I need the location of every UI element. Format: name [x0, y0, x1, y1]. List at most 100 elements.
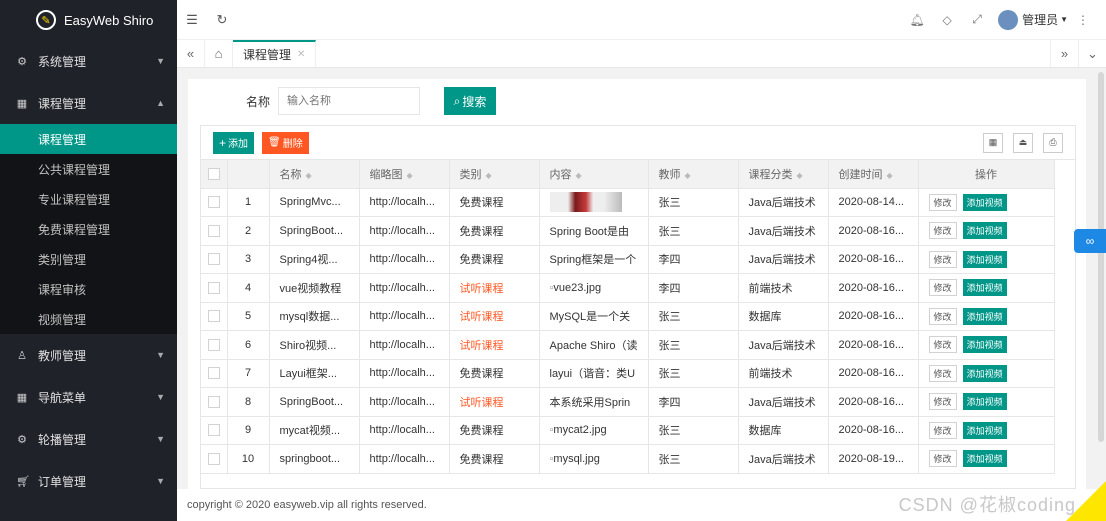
row-checkbox-cell[interactable] — [201, 330, 228, 360]
edit-button[interactable]: 修改 — [928, 222, 957, 240]
actions-cell: 修改 添加视频 — [918, 359, 1055, 388]
search-button-label: 搜索 — [462, 94, 487, 109]
delete-button[interactable]: 🗑︎ 删除 — [262, 131, 309, 154]
sidebar-item-0[interactable]: 课程管理 — [0, 124, 177, 154]
home-icon[interactable]: ⌂ — [205, 40, 233, 67]
sidebar-item-2[interactable]: 专业课程管理 — [0, 184, 177, 214]
sidebar-group-1[interactable]: ▦ 课程管理 ▲ — [0, 82, 177, 124]
edit-button[interactable]: 修改 — [928, 250, 957, 268]
row-checkbox[interactable] — [207, 253, 220, 266]
tab-menu-chevron-icon[interactable]: ⌄ — [1078, 40, 1106, 67]
user-menu[interactable]: 管理员 ▼ — [998, 9, 1068, 30]
table-row[interactable]: 7 Layui框架... http://localh... 免费课程 layui（谐音：… — [201, 359, 1055, 388]
header-created[interactable]: 创建时间 ◆ — [828, 160, 919, 189]
add-button[interactable]: + 添加 — [213, 131, 255, 154]
row-checkbox-cell[interactable] — [201, 416, 228, 445]
sidebar-item-5[interactable]: 课程审核 — [0, 274, 177, 304]
row-checkbox[interactable] — [207, 367, 220, 380]
edit-button[interactable]: 修改 — [928, 193, 957, 211]
table-row[interactable]: 6 Shiro视频... http://localh... 试听课程 Apache Sh… — [201, 330, 1055, 360]
edit-button[interactable]: 修改 — [928, 450, 957, 468]
row-checkbox-cell[interactable] — [201, 188, 228, 217]
add-video-button[interactable]: 添加视频 — [962, 336, 1007, 354]
sidebar-item-1[interactable]: 公共课程管理 — [0, 154, 177, 184]
close-icon[interactable]: ✕ — [297, 49, 305, 60]
fullscreen-icon[interactable]: ⤢ — [962, 12, 992, 27]
sidebar-group-2[interactable]: ♙ 教师管理 ▼ — [0, 334, 177, 376]
row-checkbox[interactable] — [207, 281, 220, 294]
row-checkbox[interactable] — [207, 224, 220, 237]
tag-icon[interactable]: ◇ — [932, 13, 962, 27]
row-checkbox[interactable] — [207, 310, 220, 323]
bell-icon[interactable]: 🔔︎ — [902, 13, 932, 27]
table-row[interactable]: 8 SpringBoot... http://localh... 试听课程 本系统采用S… — [201, 387, 1055, 417]
course-class-cell: 前端技术 — [738, 273, 829, 303]
add-video-button[interactable]: 添加视频 — [962, 307, 1007, 325]
header-content[interactable]: 内容 ◆ — [539, 160, 649, 189]
refresh-icon[interactable]: ↻ — [207, 12, 237, 28]
search-input[interactable] — [278, 87, 421, 115]
edit-button[interactable]: 修改 — [928, 421, 957, 439]
table-row[interactable]: 9mycat视频...http://localh...免费课程 mycat2.jp… — [201, 416, 1055, 445]
tab-course-management[interactable]: 课程管理 ✕ — [233, 40, 317, 67]
sidebar-item-6[interactable]: 视频管理 — [0, 304, 177, 334]
sidebar-item-4[interactable]: 类别管理 — [0, 244, 177, 274]
page-scrollbar[interactable] — [1098, 72, 1104, 442]
header-teacher[interactable]: 教师 ◆ — [648, 160, 739, 189]
columns-icon[interactable]: ▦ — [983, 132, 1003, 153]
tab-scroll-left-icon[interactable]: « — [177, 40, 205, 67]
row-checkbox-cell[interactable] — [201, 245, 228, 274]
sidebar-group-3[interactable]: ▦ 导航菜单 ▼ — [0, 376, 177, 418]
add-video-button[interactable]: 添加视频 — [962, 222, 1007, 240]
table-row[interactable]: 1 SpringMvc... http://localh... 免费课程 张三 Java后… — [201, 188, 1055, 217]
add-video-button[interactable]: 添加视频 — [962, 393, 1007, 411]
sidebar-group-4[interactable]: ⚙ 轮播管理 ▼ — [0, 418, 177, 460]
header-category[interactable]: 类别 ◆ — [449, 160, 540, 189]
table-row[interactable]: 10springboot...http://localh...免费课程 mysql… — [201, 444, 1055, 474]
select-all-checkbox-cell[interactable] — [201, 160, 228, 189]
sidebar-group-0[interactable]: ⚙ 系统管理 ▼ — [0, 40, 177, 82]
row-checkbox-cell[interactable] — [201, 444, 228, 474]
table-row[interactable]: 4vue视频教程http://localh...试听课程 vue23.jpg 李四前… — [201, 273, 1055, 303]
sidebar-group-5[interactable]: 🛒︎ 订单管理 ▼ — [0, 460, 177, 502]
print-icon[interactable]: ⎙ — [1043, 132, 1063, 153]
edit-button[interactable]: 修改 — [928, 364, 957, 382]
row-checkbox-cell[interactable] — [201, 216, 228, 246]
row-checkbox-cell[interactable] — [201, 387, 228, 417]
row-checkbox[interactable] — [207, 452, 220, 465]
export-icon[interactable]: ⏏ — [1013, 132, 1033, 153]
header-name[interactable]: 名称 ◆ — [269, 160, 360, 189]
table-row[interactable]: 5 mysql数据... http://localh... 试听课程 MySQL是一个关… — [201, 302, 1055, 331]
table-row[interactable]: 2 SpringBoot... http://localh... 免费课程 Spring… — [201, 216, 1055, 246]
menu-toggle-icon[interactable]: ☰ — [177, 12, 207, 28]
table-row[interactable]: 3 Spring4视... http://localh... 免费课程 Spring框架… — [201, 245, 1055, 274]
row-checkbox[interactable] — [207, 196, 220, 209]
row-checkbox-cell[interactable] — [201, 273, 228, 303]
category-cell: 免费课程 — [449, 216, 540, 246]
row-checkbox-cell[interactable] — [201, 302, 228, 331]
edit-button[interactable]: 修改 — [928, 336, 957, 354]
header-course-class[interactable]: 课程分类 ◆ — [738, 160, 829, 189]
add-video-button[interactable]: 添加视频 — [962, 450, 1007, 468]
edit-button[interactable]: 修改 — [928, 279, 957, 297]
row-checkbox[interactable] — [207, 338, 220, 351]
trash-icon: 🗑︎ — [268, 137, 281, 148]
logo[interactable]: ✎ EasyWeb Shiro — [0, 0, 177, 40]
add-video-button[interactable]: 添加视频 — [962, 193, 1007, 211]
row-checkbox[interactable] — [207, 395, 220, 408]
add-video-button[interactable]: 添加视频 — [962, 279, 1007, 297]
row-checkbox-cell[interactable] — [201, 359, 228, 388]
add-video-button[interactable]: 添加视频 — [962, 364, 1007, 382]
edit-button[interactable]: 修改 — [928, 393, 957, 411]
float-helper-icon[interactable]: ∞ — [1074, 229, 1106, 253]
sidebar-item-3[interactable]: 免费课程管理 — [0, 214, 177, 244]
row-checkbox[interactable] — [207, 424, 220, 437]
add-video-button[interactable]: 添加视频 — [962, 250, 1007, 268]
search-button[interactable]: ⌕ 搜索 — [444, 87, 497, 115]
tab-scroll-right-icon[interactable]: » — [1050, 40, 1078, 67]
select-all-checkbox[interactable] — [207, 167, 220, 180]
more-icon[interactable]: ⋮ — [1068, 13, 1098, 27]
edit-button[interactable]: 修改 — [928, 307, 957, 325]
header-thumb[interactable]: 缩略图 ◆ — [359, 160, 450, 189]
add-video-button[interactable]: 添加视频 — [962, 421, 1007, 439]
